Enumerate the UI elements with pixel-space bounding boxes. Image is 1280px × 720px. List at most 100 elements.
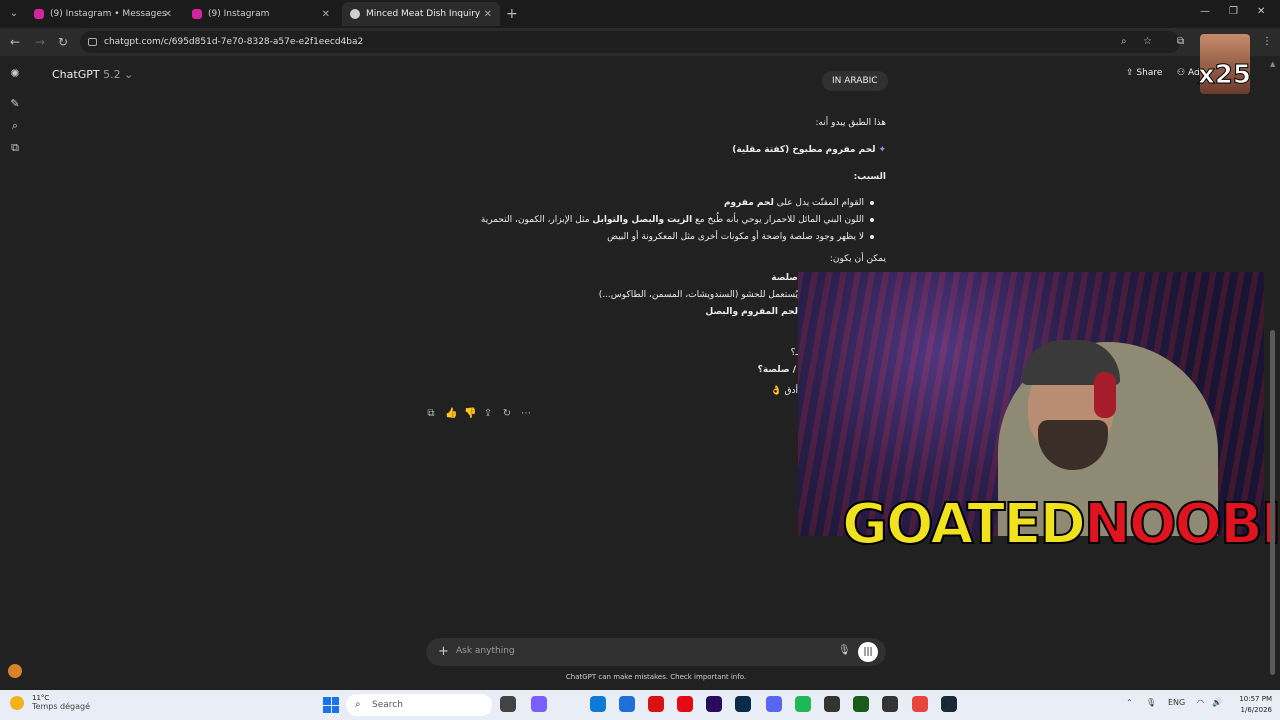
reload-icon[interactable]: ↻ [58,35,68,49]
share-button[interactable]: ⇪ Share [1126,68,1162,78]
bullet-text: اللون البني المائل للاحمرار يوحي بأنه طُ… [692,215,864,225]
add-attachment-icon[interactable]: + [438,644,449,659]
reply-intro: هذا الطبق يبدو أنه: [815,118,886,128]
scrollbar-thumb[interactable] [1270,330,1275,675]
reply-partial-line: / صلصة؟ [758,365,796,375]
weather-temp: 11°C [32,694,50,702]
language-indicator[interactable]: ENG [1168,698,1185,707]
chatgpt-icon [350,9,360,19]
user-avatar[interactable] [8,664,22,678]
share-icon: ⇪ [1126,68,1134,78]
netflix-icon[interactable] [677,696,693,712]
taskbar-search[interactable]: ⌕ Search [346,694,492,716]
composer-input[interactable]: Ask anything [456,646,515,656]
copy-icon[interactable]: ⧉ [426,408,436,420]
xsplit-icon[interactable] [824,696,840,712]
copilot-icon[interactable] [531,696,547,712]
voice-mode-icon[interactable]: ||| [858,642,878,662]
tab-label: (9) Instagram [208,9,270,19]
new-chat-icon[interactable]: ✎ [9,98,21,110]
tray-chevron-icon[interactable]: ⌃ [1126,698,1133,707]
tab-chatgpt-active[interactable]: Minced Meat Dish Inquiry ✕ [342,2,500,26]
sun-icon [10,695,24,710]
back-icon[interactable]: ← [10,35,20,49]
volume-icon[interactable]: 🔊 [1212,698,1222,707]
stream-logo: GOATEDNOOBIE [841,491,1280,558]
more-icon[interactable]: ⋯ [521,408,531,420]
spotify-icon[interactable] [795,696,811,712]
corner-count: x25 [1198,60,1252,91]
composer[interactable]: + Ask anything 🎙 ||| [426,638,886,666]
sparkle-icon: ✦ [878,145,886,155]
instagram-icon [192,9,202,19]
model-selector[interactable]: ChatGPT 5.2 ⌄ [52,68,133,81]
address-bar-row: ← → ↻ chatgpt.com/c/695d851d-7e70-8328-a… [0,28,1280,56]
add-people-button[interactable]: ⚇ Ad [1177,68,1200,78]
partial-text: لحم المفروم والبصل [705,307,798,317]
scroll-up-icon[interactable]: ▲ [1270,60,1275,68]
restore-icon[interactable]: ❐ [1229,6,1238,17]
chevron-down-icon: ⌄ [124,68,134,81]
taskbar-clock[interactable]: 10:57 PM 1/6/2026 [1228,694,1272,716]
chrome-icon[interactable] [912,696,928,712]
partial-text: صلصة [771,273,798,283]
regenerate-icon[interactable]: ↻ [502,408,512,420]
browser-tab-bar: ⌄ (9) Instagram • Messages ✕ (9) Instagr… [0,0,1280,28]
steam-icon[interactable] [941,696,957,712]
reply-partial-line: صلصة [771,273,798,283]
windows-taskbar: 11°C Temps dégagé ⌕ Search ⌃ 🎙 ENG ◠ 🔊 1… [0,690,1280,720]
nvidia-icon[interactable] [853,696,869,712]
bullet-text: القوام المفتّت يدل على [773,198,864,208]
share-icon[interactable]: ⇪ [483,408,493,420]
photoshop-icon[interactable] [735,696,751,712]
microphone-icon[interactable]: 🎙 [838,645,851,656]
reason-bullet: اللون البني المائل للاحمرار يوحي بأنه طُ… [481,215,874,225]
obs-icon[interactable] [882,696,898,712]
partial-text: / صلصة؟ [757,365,796,375]
close-window-icon[interactable]: ✕ [1257,6,1265,17]
bookmark-star-icon[interactable]: ☆ [1143,36,1152,47]
logo-part-noobie: NOOBIE [1083,491,1280,558]
new-tab-icon[interactable]: + [506,6,518,22]
maybe-title: يمكن أن يكون: [829,254,886,264]
discord-icon[interactable] [766,696,782,712]
store-icon[interactable] [619,696,635,712]
reply-partial-line: لحم المفروم والبصل [705,307,798,317]
weather-widget[interactable]: 11°C Temps dégagé [10,694,90,711]
close-tab-icon[interactable]: ✕ [484,9,492,20]
search-icon[interactable]: ⌕ [9,120,21,132]
tab-label: Minced Meat Dish Inquiry [366,9,481,19]
thumbs-up-icon[interactable]: 👍 [445,408,457,420]
wifi-icon[interactable]: ◠ [1197,698,1204,707]
tab-instagram[interactable]: (9) Instagram ✕ [184,2,338,26]
thumbs-down-icon[interactable]: 👎 [464,408,476,420]
minimize-icon[interactable]: — [1200,6,1210,17]
bullet-bold: لحم مفروم [723,198,774,208]
reply-dish: ✦ لحم مفروم مطبوخ (كفتة مقلية) [732,145,886,155]
close-tab-icon[interactable]: ✕ [322,9,330,20]
opera-icon[interactable] [648,696,664,712]
forward-icon[interactable]: → [35,35,45,49]
bullet-bold: الزيت والبصل والتوابل [592,215,693,225]
search-icon: ⌕ [355,699,361,710]
task-view-icon[interactable] [500,696,516,712]
close-tab-icon[interactable]: ✕ [164,9,172,20]
tab-search-icon[interactable]: ⌄ [6,6,22,22]
edge-icon[interactable] [590,696,606,712]
sidebar-rail: ✺ ✎ ⌕ ⧉ [0,56,30,690]
tab-instagram-messages[interactable]: (9) Instagram • Messages ✕ [26,2,180,26]
url-field[interactable]: chatgpt.com/c/695d851d-7e70-8328-a57e-e2… [80,31,1180,53]
extensions-icon[interactable]: ⧉ [1177,36,1184,47]
premiere-icon[interactable] [706,696,722,712]
share-label: Share [1136,68,1163,78]
model-name: ChatGPT [52,68,100,81]
site-info-icon[interactable] [88,38,97,46]
clock-time: 10:57 PM [1239,695,1272,703]
browser-menu-icon[interactable]: ⋮ [1262,36,1272,47]
windows-start-icon[interactable] [323,697,339,713]
tab-label: (9) Instagram • Messages [50,9,167,19]
openai-logo-icon[interactable]: ✺ [9,68,21,80]
library-icon[interactable]: ⧉ [9,142,21,154]
zoom-icon[interactable]: ⌕ [1121,36,1127,47]
mic-tray-icon[interactable]: 🎙 [1146,698,1156,707]
